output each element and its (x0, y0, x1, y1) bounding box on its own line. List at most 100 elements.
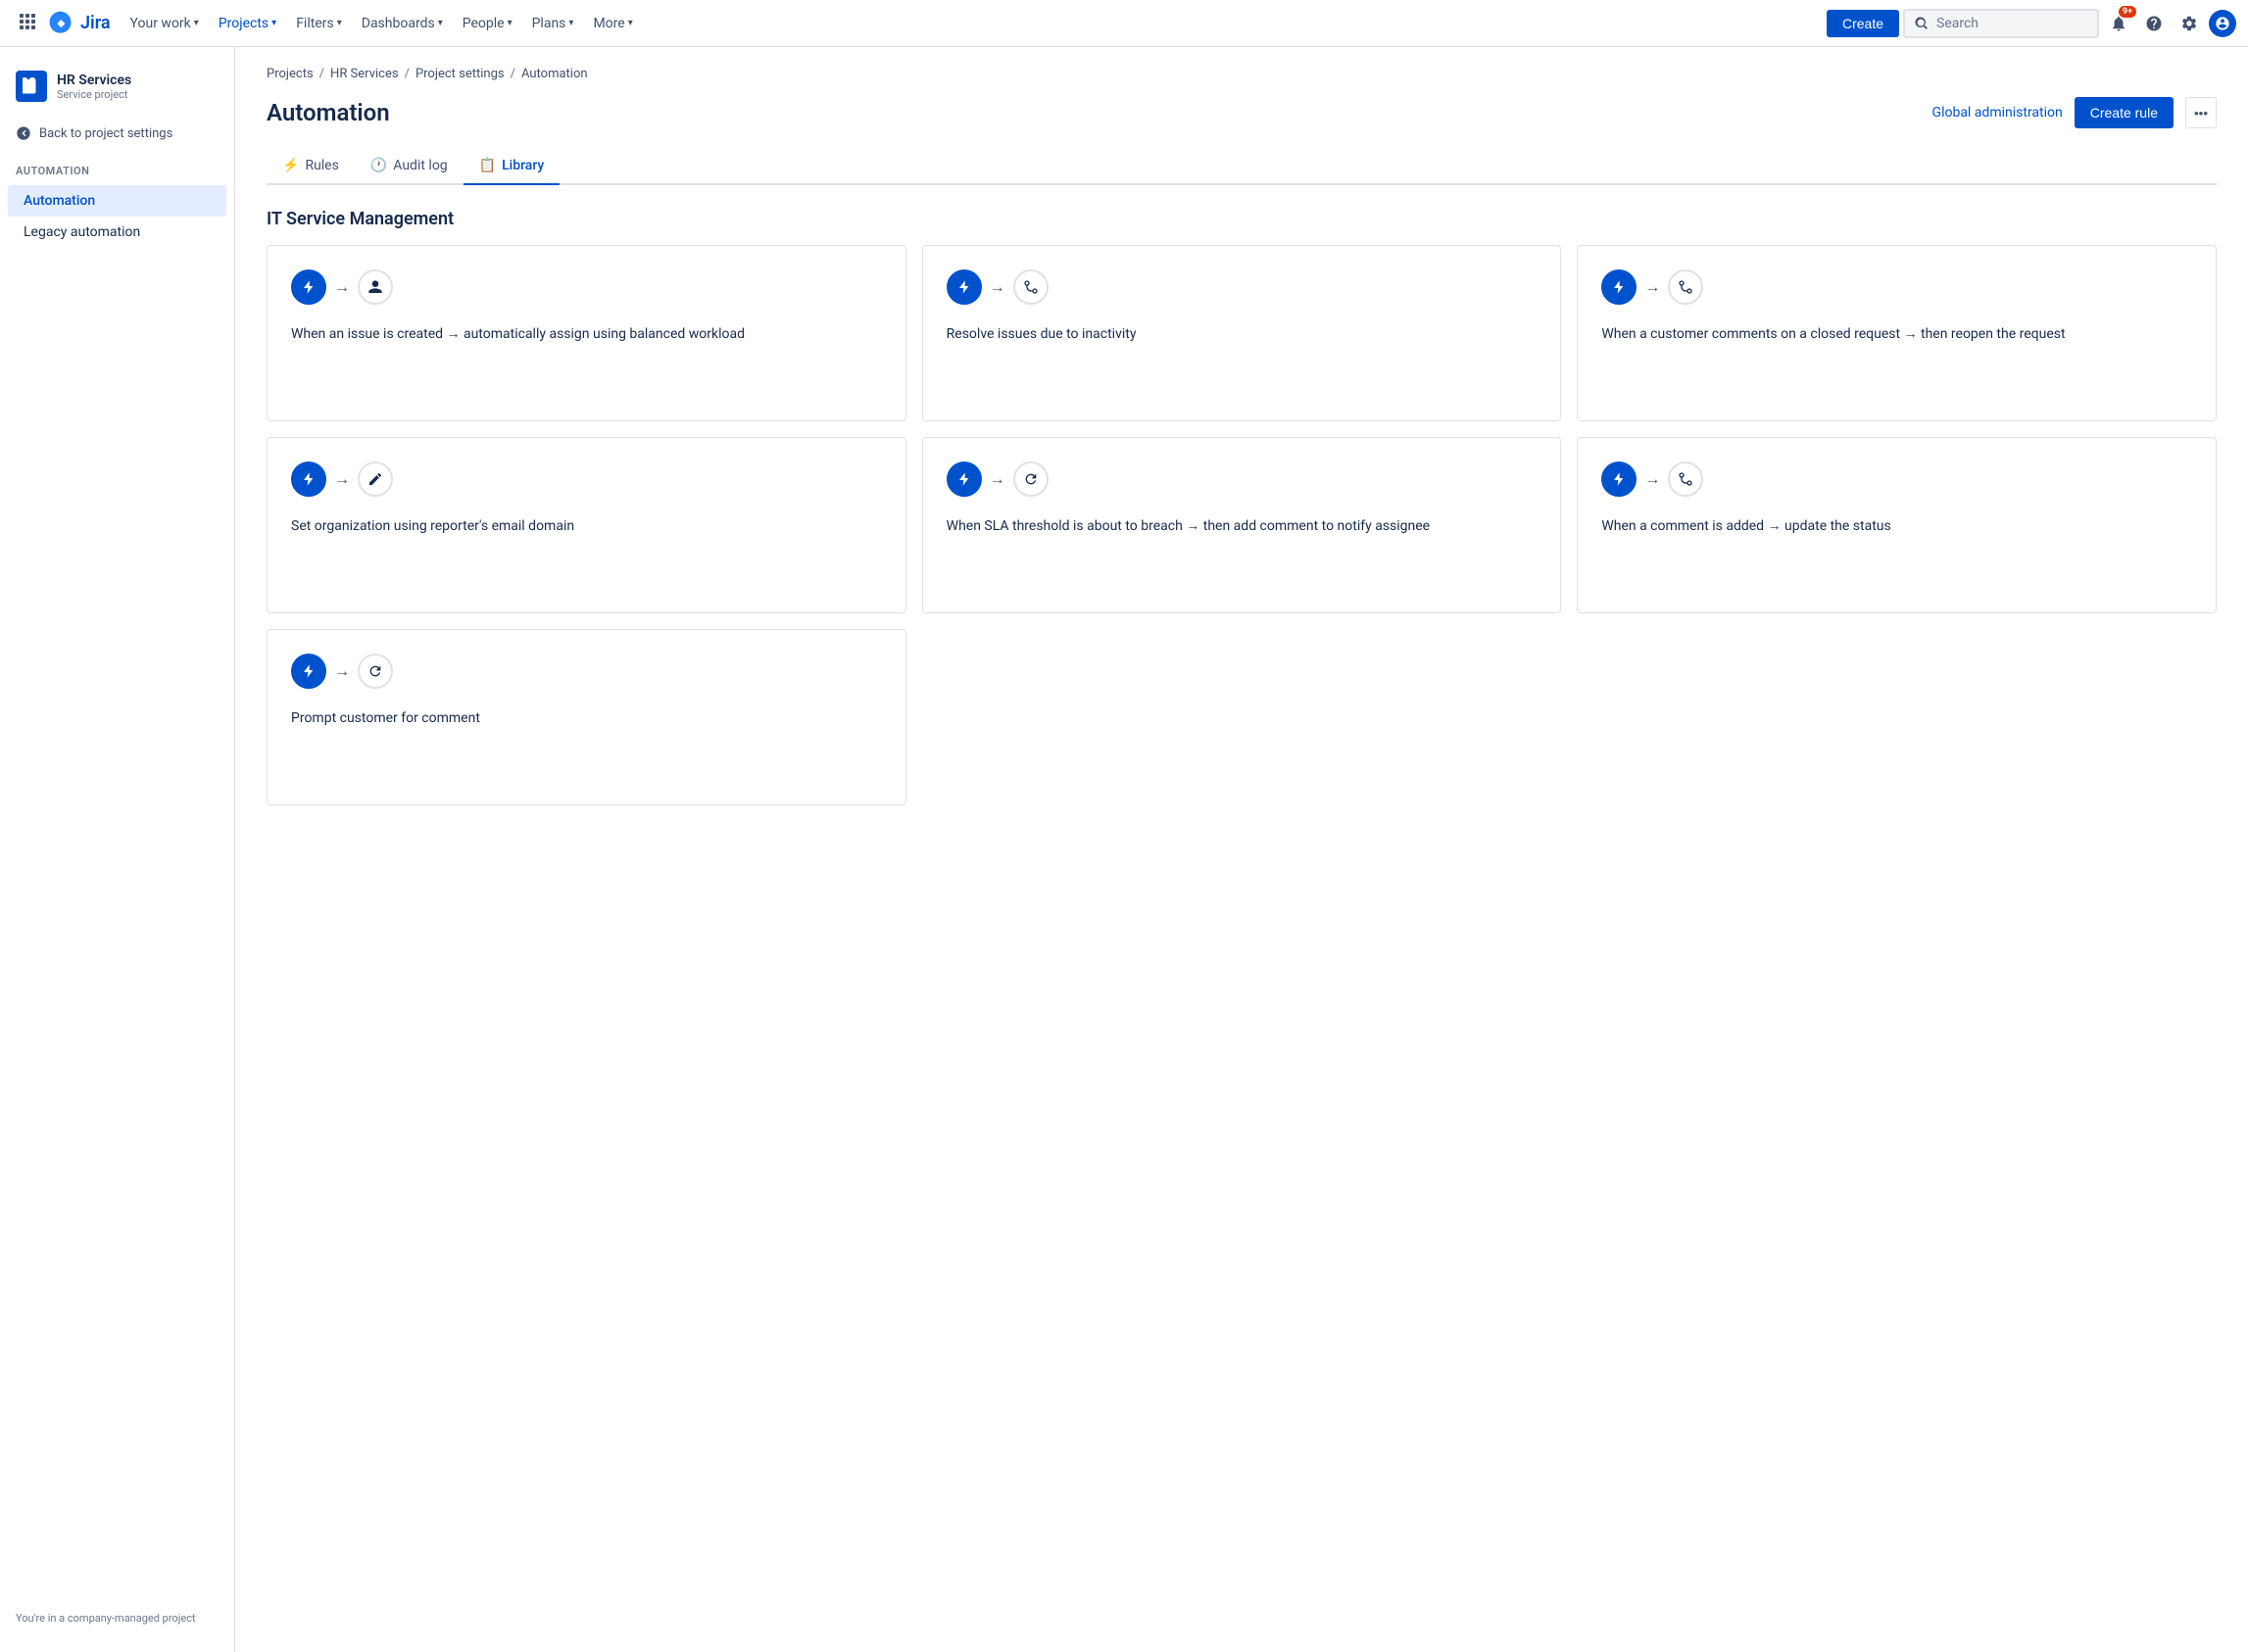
refresh-icon (1013, 462, 1049, 497)
chevron-down-icon: ▾ (194, 18, 199, 28)
automation-card-7[interactable]: → Prompt customer for comment (267, 629, 906, 805)
breadcrumb-projects[interactable]: Projects (267, 67, 314, 81)
automation-card-5[interactable]: → When SLA threshold is about to breach … (922, 437, 1562, 613)
tab-audit-log[interactable]: 🕐 Audit log (355, 148, 464, 185)
refresh-icon-2 (358, 654, 393, 689)
chevron-down-icon: ▾ (508, 18, 513, 28)
more-options-button[interactable]: ••• (2185, 97, 2217, 128)
page-header: Automation Global administration Create … (267, 97, 2217, 128)
main-content: Projects / HR Services / Project setting… (235, 47, 2248, 1652)
card-text-4: Set organization using reporter's email … (291, 516, 882, 537)
breadcrumb-automation: Automation (521, 67, 588, 81)
automation-card-1[interactable]: → When an issue is created → automatical… (267, 245, 906, 421)
card-text-1: When an issue is created → automatically… (291, 324, 882, 345)
back-icon (16, 125, 31, 141)
bolt-blue-icon (947, 269, 982, 305)
card-icons-7: → (291, 654, 882, 689)
breadcrumb-hr-services[interactable]: HR Services (330, 67, 399, 81)
tab-library[interactable]: 📋 Library (464, 148, 561, 185)
nav-your-work[interactable]: Your work ▾ (122, 10, 207, 37)
clock-icon: 🕐 (370, 158, 387, 173)
back-to-settings[interactable]: Back to project settings (0, 118, 234, 149)
nav-more[interactable]: More ▾ (585, 10, 640, 37)
arrow-icon: → (334, 277, 350, 297)
nav-filters[interactable]: Filters ▾ (288, 10, 350, 37)
book-icon: 📋 (479, 158, 496, 173)
edit-icon (358, 462, 393, 497)
sidebar-section-automation: AUTOMATION (0, 149, 234, 185)
page-title: Automation (267, 99, 390, 126)
card-icons-5: → (947, 462, 1538, 497)
chevron-down-icon: ▾ (438, 18, 443, 28)
flow-icon-2 (1668, 269, 1703, 305)
card-icons-6: → (1601, 462, 2192, 497)
project-icon (16, 71, 47, 102)
card-text-3: When a customer comments on a closed req… (1601, 324, 2192, 345)
bolt-blue-icon (1601, 269, 1637, 305)
search-icon (1915, 17, 1929, 30)
card-text-7: Prompt customer for comment (291, 708, 882, 729)
notification-badge: 9+ (2119, 6, 2136, 18)
arrow-icon: → (990, 469, 1005, 489)
search-bar[interactable]: Search (1903, 9, 2099, 38)
project-info: HR Services Service project (0, 63, 234, 118)
bolt-blue-icon (947, 462, 982, 497)
create-rule-button[interactable]: Create rule (2075, 97, 2174, 128)
grid-icon[interactable] (12, 6, 43, 41)
tab-rules[interactable]: ⚡ Rules (267, 148, 355, 185)
breadcrumb: Projects / HR Services / Project setting… (267, 67, 2217, 81)
app-logo-text: Jira (80, 13, 111, 33)
card-text-2: Resolve issues due to inactivity (947, 324, 1538, 345)
sidebar-item-legacy-automation[interactable]: Legacy automation (8, 217, 226, 248)
automation-card-2[interactable]: → Resolve issues due to inactivity (922, 245, 1562, 421)
create-button[interactable]: Create (1827, 10, 1899, 37)
chevron-down-icon: ▾ (628, 18, 633, 28)
breadcrumb-project-settings[interactable]: Project settings (415, 67, 505, 81)
chevron-down-icon: ▾ (337, 18, 342, 28)
global-administration-link[interactable]: Global administration (1932, 105, 2063, 121)
automation-card-6[interactable]: → When a comment is added → update the s… (1577, 437, 2217, 613)
card-text-5: When SLA threshold is about to breach → … (947, 516, 1538, 537)
app-logo[interactable]: Jira (47, 10, 111, 37)
sidebar-footer: You're in a company-managed project (0, 1600, 234, 1636)
notifications-button[interactable]: 9+ (2103, 8, 2134, 39)
automation-card-3[interactable]: → When a customer comments on a closed r… (1577, 245, 2217, 421)
help-button[interactable] (2138, 8, 2170, 39)
tabs: ⚡ Rules 🕐 Audit log 📋 Library (267, 148, 2217, 185)
automation-cards-grid: → When an issue is created → automatical… (267, 245, 2217, 421)
project-type: Service project (57, 88, 131, 101)
flow-icon-3 (1668, 462, 1703, 497)
more-dots-icon: ••• (2194, 106, 2208, 121)
page-actions: Global administration Create rule ••• (1932, 97, 2217, 128)
bolt-icon: ⚡ (282, 158, 299, 173)
bolt-blue-icon (291, 462, 326, 497)
bolt-blue-icon (1601, 462, 1637, 497)
arrow-icon: → (334, 661, 350, 681)
chevron-down-icon: ▾ (271, 18, 276, 28)
nav-projects[interactable]: Projects ▾ (211, 10, 284, 37)
arrow-icon: → (990, 277, 1005, 297)
arrow-icon: → (334, 469, 350, 489)
automation-card-4[interactable]: → Set organization using reporter's emai… (267, 437, 906, 613)
card-icons-2: → (947, 269, 1538, 305)
chevron-down-icon: ▾ (568, 18, 573, 28)
person-icon (358, 269, 393, 305)
search-placeholder: Search (1936, 16, 1979, 31)
project-name: HR Services (57, 73, 131, 88)
nav-dashboards[interactable]: Dashboards ▾ (354, 10, 451, 37)
user-avatar[interactable] (2209, 10, 2236, 37)
nav-plans[interactable]: Plans ▾ (524, 10, 582, 37)
bolt-blue-icon (291, 269, 326, 305)
sidebar: HR Services Service project Back to proj… (0, 47, 235, 1652)
card-text-6: When a comment is added → update the sta… (1601, 516, 2192, 537)
automation-cards-grid-3: → Prompt customer for comment (267, 629, 2217, 805)
section-title: IT Service Management (267, 209, 2217, 229)
automation-cards-grid-2: → Set organization using reporter's emai… (267, 437, 2217, 613)
main-layout: HR Services Service project Back to proj… (0, 47, 2248, 1652)
card-icons-4: → (291, 462, 882, 497)
settings-button[interactable] (2174, 8, 2205, 39)
sidebar-item-automation[interactable]: Automation (8, 185, 226, 217)
card-icons-3: → (1601, 269, 2192, 305)
nav-people[interactable]: People ▾ (455, 10, 520, 37)
arrow-icon: → (1644, 469, 1660, 489)
